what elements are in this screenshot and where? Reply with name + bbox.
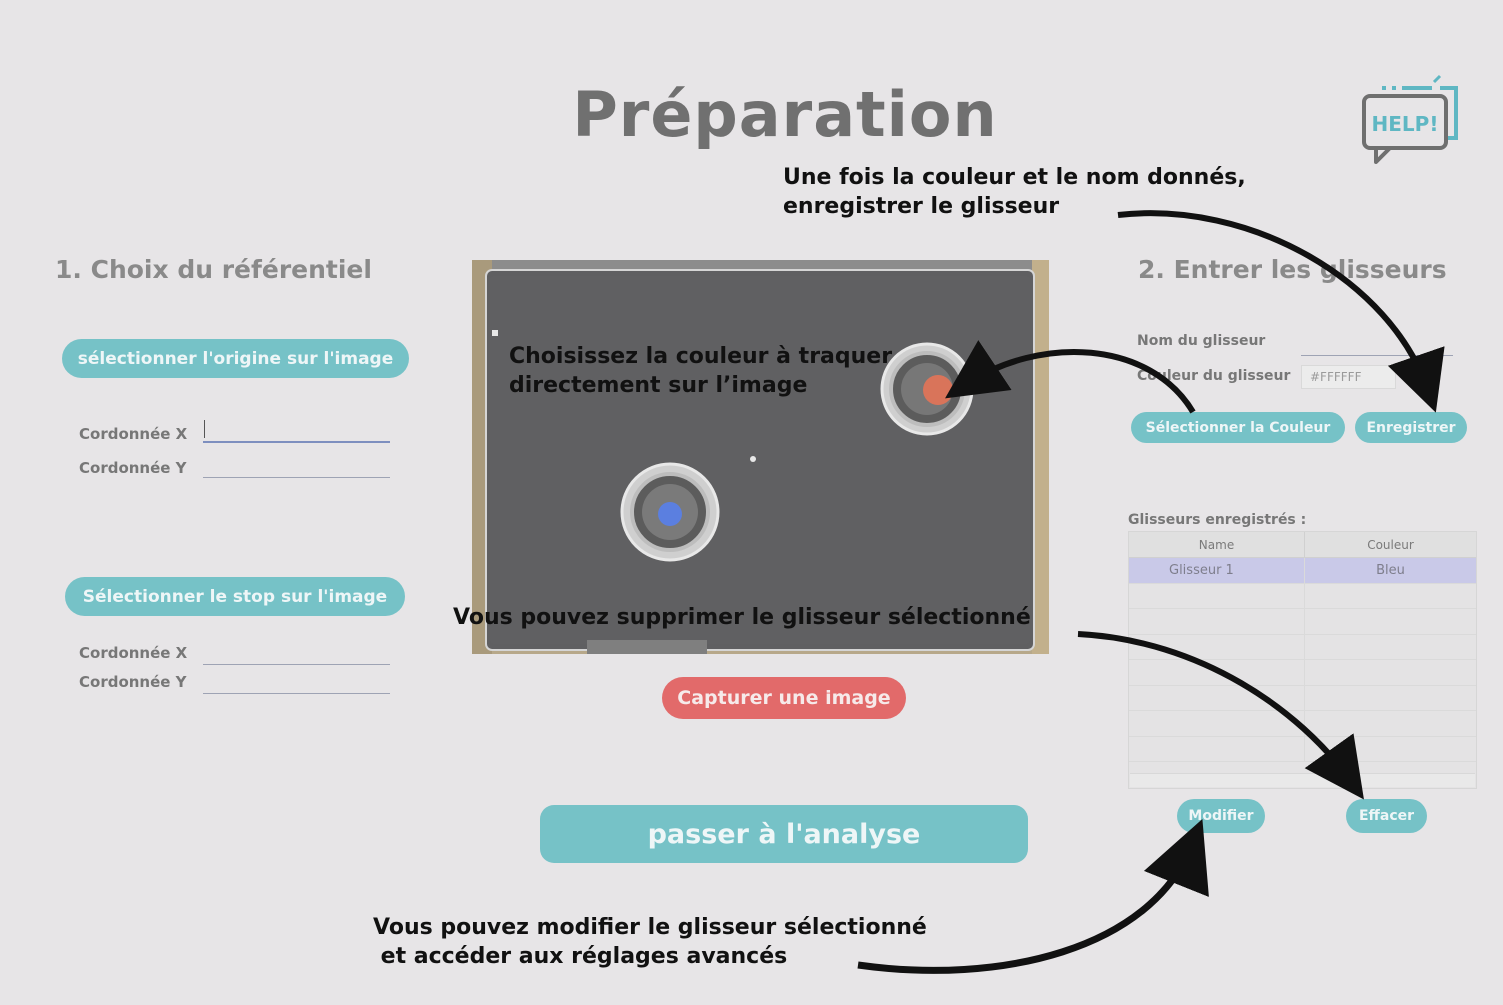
row-color-cell: Bleu: [1376, 562, 1405, 578]
save-slider-button[interactable]: Enregistrer: [1355, 412, 1467, 443]
blue-slider-puck: [620, 462, 720, 562]
page-title: Préparation: [572, 78, 998, 151]
text-caret: [204, 420, 205, 438]
select-stop-button[interactable]: Sélectionner le stop sur l'image: [65, 577, 405, 616]
slider-color-label: Couleur du glisseur: [1137, 368, 1291, 384]
delete-slider-button[interactable]: Effacer: [1346, 799, 1427, 833]
slider-name-label: Nom du glisseur: [1137, 333, 1266, 349]
help-label: HELP!: [1372, 112, 1439, 136]
select-color-button[interactable]: Sélectionner la Couleur: [1131, 412, 1345, 443]
row-name-cell: Glisseur 1: [1129, 558, 1305, 583]
horizontal-scrollbar[interactable]: [1130, 773, 1475, 787]
capture-image-button[interactable]: Capturer une image: [662, 677, 906, 719]
section-1-title: 1. Choix du référentiel: [55, 255, 372, 284]
stop-x-label: Cordonnée X: [79, 644, 188, 662]
arrow-to-save: [1117, 210, 1445, 413]
column-header-color[interactable]: Couleur: [1305, 532, 1476, 557]
modify-hint-annotation: Vous pouvez modifier le glisseur sélecti…: [373, 915, 927, 969]
table-row-empty[interactable]: [1129, 660, 1476, 686]
save-hint-annotation: Une fois la couleur et le nom donnés, en…: [783, 165, 1246, 219]
slider-name-input[interactable]: [1301, 355, 1453, 356]
table-row-empty[interactable]: [1129, 711, 1476, 737]
camera-image[interactable]: [472, 260, 1049, 654]
origin-y-label: Cordonnée Y: [79, 459, 187, 477]
table-row-empty[interactable]: [1129, 736, 1476, 762]
select-origin-button[interactable]: sélectionner l'origine sur l'image: [62, 339, 409, 378]
stop-x-input[interactable]: [203, 664, 390, 665]
table-row-empty[interactable]: [1129, 609, 1476, 635]
help-icon[interactable]: HELP!: [1358, 72, 1468, 168]
origin-x-label: Cordonnée X: [79, 425, 188, 443]
stop-y-input[interactable]: [203, 693, 390, 694]
section-2-title: 2. Entrer les glisseurs: [1138, 255, 1447, 284]
go-to-analysis-button[interactable]: passer à l'analyse: [540, 805, 1028, 863]
delete-hint-annotation: Vous pouvez supprimer le glisseur sélect…: [453, 605, 1031, 630]
origin-y-input[interactable]: [203, 477, 390, 478]
origin-x-input[interactable]: [203, 441, 390, 443]
slider-color-field[interactable]: #FFFFFF: [1301, 365, 1396, 389]
red-slider-puck: [880, 342, 974, 436]
saved-sliders-table: Name Couleur Glisseur 1 Bleu: [1128, 531, 1477, 789]
table-row-empty[interactable]: [1129, 685, 1476, 711]
stop-y-label: Cordonnée Y: [79, 673, 187, 691]
table-row-empty[interactable]: [1129, 634, 1476, 660]
saved-sliders-title: Glisseurs enregistrés :: [1128, 512, 1307, 528]
table-row-empty[interactable]: [1129, 583, 1476, 609]
table-row[interactable]: Glisseur 1 Bleu: [1129, 558, 1476, 584]
column-header-name[interactable]: Name: [1129, 532, 1305, 557]
modify-slider-button[interactable]: Modifier: [1177, 799, 1265, 833]
color-hint-annotation: Choisissez la couleur à traquer directem…: [509, 344, 893, 398]
